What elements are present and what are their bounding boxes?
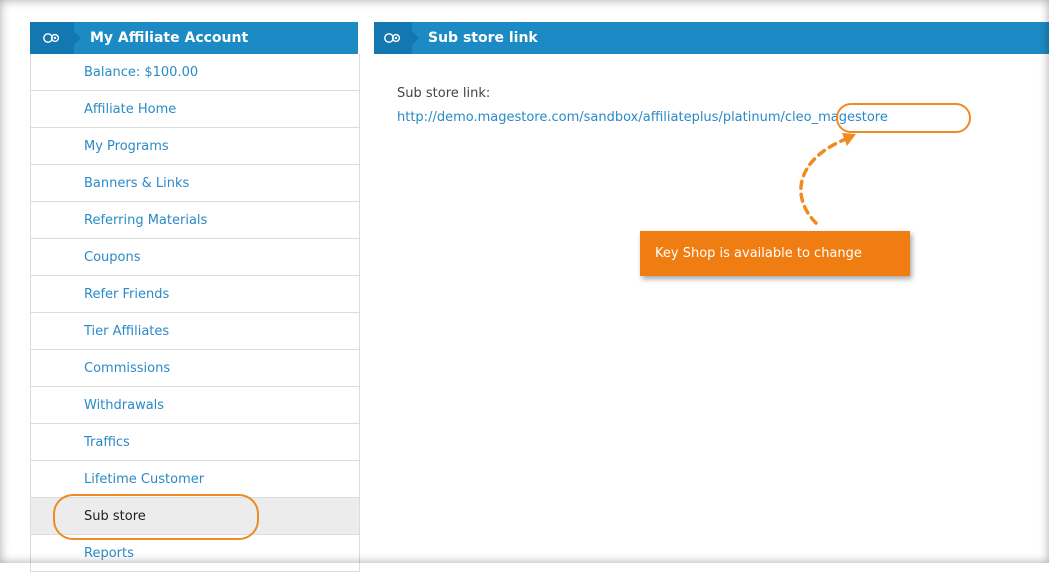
link-base: http://demo.magestore.com/sandbox/affili… <box>397 110 785 125</box>
sub-store-link[interactable]: http://demo.magestore.com/sandbox/affili… <box>397 110 888 125</box>
sidebar-item-balance[interactable]: Balance: $100.00 <box>31 54 359 91</box>
sidebar-item-label: Withdrawals <box>84 397 165 413</box>
callout-box: Key Shop is available to change <box>640 231 910 276</box>
affiliate-icon <box>374 22 419 54</box>
sidebar-item-banners-links[interactable]: Banners & Links <box>31 165 359 202</box>
sidebar-item-withdrawals[interactable]: Withdrawals <box>31 387 359 424</box>
callout-text: Key Shop is available to change <box>655 246 862 261</box>
sidebar-item-label: Referring Materials <box>84 212 208 228</box>
sidebar-item-refer-friends[interactable]: Refer Friends <box>31 276 359 313</box>
page-title: Sub store link <box>428 30 538 46</box>
sidebar-item-coupons[interactable]: Coupons <box>31 239 359 276</box>
sidebar-item-tier-affiliates[interactable]: Tier Affiliates <box>31 313 359 350</box>
sidebar-item-lifetime-customer[interactable]: Lifetime Customer <box>31 461 359 498</box>
sidebar-item-label: Traffics <box>84 434 130 450</box>
callout-arrow <box>799 133 856 225</box>
sub-store-content: Sub store link: http://demo.magestore.co… <box>397 86 888 125</box>
sidebar-item-label: Tier Affiliates <box>84 323 170 339</box>
sidebar-item-label: Banners & Links <box>84 175 190 191</box>
sidebar-item-label: Balance: $100.00 <box>84 64 199 80</box>
sidebar-item-label: Refer Friends <box>84 286 170 302</box>
main-header: Sub store link <box>374 22 1049 54</box>
sidebar-item-label: Coupons <box>84 249 141 265</box>
sidebar-item-traffics[interactable]: Traffics <box>31 424 359 461</box>
sidebar-item-label: Reports <box>84 545 134 561</box>
affiliate-icon <box>30 22 81 54</box>
sidebar-item-reports[interactable]: Reports <box>31 535 359 572</box>
sidebar-item-label: Lifetime Customer <box>84 471 205 487</box>
sidebar-title: My Affiliate Account <box>90 30 249 46</box>
sidebar-item-label: Affiliate Home <box>84 101 177 117</box>
sidebar-item-label: My Programs <box>84 138 169 154</box>
sidebar-item-affiliate-home[interactable]: Affiliate Home <box>31 91 359 128</box>
sub-store-link-label: Sub store link: <box>397 86 491 101</box>
sub-store-highlight-oval <box>53 494 259 540</box>
sidebar-item-commissions[interactable]: Commissions <box>31 350 359 387</box>
sidebar-item-referring-materials[interactable]: Referring Materials <box>31 202 359 239</box>
sidebar-item-my-programs[interactable]: My Programs <box>31 128 359 165</box>
sidebar-header: My Affiliate Account <box>30 22 358 54</box>
sidebar-item-label: Commissions <box>84 360 171 376</box>
